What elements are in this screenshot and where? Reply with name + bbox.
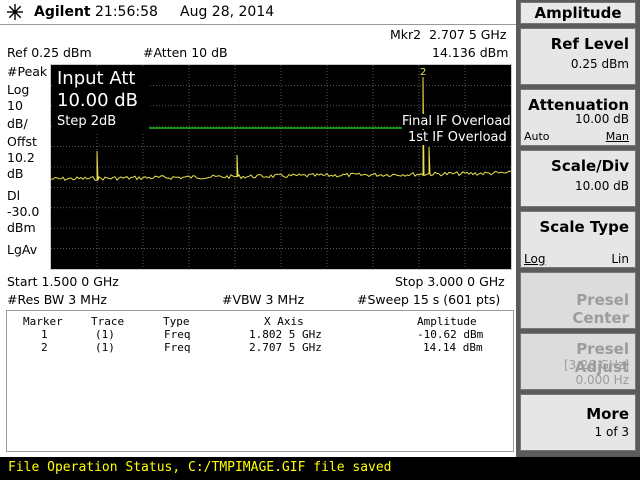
table-row-2-x-axis: 2.707 5 GHz — [249, 341, 322, 354]
title-bar: Agilent 21:56:58 Aug 28, 2014 — [0, 0, 516, 25]
reference-level-label: Ref 0.25 dBm — [7, 45, 92, 60]
offset-unit-label: dB — [7, 166, 24, 181]
scale-div-softkey[interactable]: Scale/Div 10.00 dB — [520, 150, 636, 207]
offset-label: Offst — [7, 134, 37, 149]
scale-type-softkey[interactable]: Scale Type Log Lin — [520, 211, 636, 268]
clock-date: Aug 28, 2014 — [180, 4, 275, 20]
start-frequency-label: Start 1.500 0 GHz — [7, 274, 119, 289]
more-softkey[interactable]: More 1 of 3 — [520, 394, 636, 451]
scale-unit-label: dB/ — [7, 116, 28, 131]
more-softkey-value: 1 of 3 — [594, 425, 629, 439]
table-row-2-amplitude: 14.14 dBm — [423, 341, 483, 354]
table-row-1-x-axis: 1.802 5 GHz — [249, 328, 322, 341]
ref-level-softkey[interactable]: Ref Level 0.25 dBm — [520, 28, 636, 85]
ref-level-softkey-value: 0.25 dBm — [570, 57, 629, 71]
status-bar: File Operation Status, C:/TMPIMAGE.GIF f… — [0, 457, 640, 480]
table-row-2-trace: (1) — [95, 341, 115, 354]
presel-adjust-value: 0.000 Hz — [575, 373, 630, 387]
attenuation-auto-option: Auto — [524, 130, 550, 143]
scale-value-label: 10 — [7, 98, 23, 113]
scale-type-log-option: Log — [524, 252, 546, 266]
softkey-menu-title: Amplitude — [520, 2, 636, 24]
more-softkey-label: More — [586, 405, 629, 423]
stop-frequency-label: Stop 3.000 0 GHz — [395, 274, 505, 289]
presel-center-softkey[interactable]: Presel Center — [520, 272, 636, 329]
marker-amplitude-readout: 14.136 dBm — [432, 45, 509, 60]
table-row-1-marker: 1 — [41, 328, 48, 341]
amplitude-column-header: Amplitude — [417, 315, 477, 328]
agilent-logo-icon — [7, 4, 23, 20]
display-line-label: Dl — [7, 188, 21, 203]
status-message: File Operation Status, C:/TMPIMAGE.GIF f… — [8, 460, 392, 475]
popup-step: Step 2dB — [57, 114, 117, 129]
brand-name: Agilent — [34, 4, 91, 20]
display-line-value-label: -30.0 — [7, 204, 40, 219]
presel-center-softkey-label: Presel Center — [572, 291, 629, 327]
detector-peak-label: #Peak — [7, 64, 48, 79]
popup-value: 10.00 dB — [57, 90, 139, 111]
input-attenuation-popup: Input Att 10.00 dB Step 2dB — [53, 68, 149, 134]
first-if-overload-message: 1st IF Overload — [408, 130, 507, 145]
table-row-2-marker: 2 — [41, 341, 48, 354]
table-row-2-type: Freq — [164, 341, 191, 354]
attenuation-man-option: Man — [605, 130, 629, 143]
marker-table: Marker Trace Type X Axis Amplitude 1 (1)… — [6, 310, 514, 452]
final-if-overload-message: Final IF Overload — [402, 114, 511, 129]
table-row-1-type: Freq — [164, 328, 191, 341]
attenuation-softkey-value: 10.00 dB — [574, 112, 629, 126]
resolution-bandwidth-label: #Res BW 3 MHz — [7, 292, 107, 307]
scale-type-lin-option: Lin — [611, 252, 629, 266]
presel-adjust-softkey[interactable]: Presel Adjust [3-26 GHz] 0.000 Hz — [520, 333, 636, 390]
offset-value-label: 10.2 — [7, 150, 35, 165]
table-row-1-amplitude: -10.62 dBm — [417, 328, 484, 341]
scale-log-label: Log — [7, 82, 30, 97]
log-average-label: LgAv — [7, 242, 38, 257]
marker-frequency-readout: Mkr2 2.707 5 GHz — [390, 27, 507, 42]
scale-div-softkey-value: 10.00 dB — [574, 179, 629, 193]
display-line-unit-label: dBm — [7, 220, 36, 235]
x-axis-column-header: X Axis — [264, 315, 304, 328]
marker-column-header: Marker — [23, 315, 63, 328]
clock-time: 21:56:58 — [95, 4, 158, 20]
attenuation-label: #Atten 10 dB — [143, 45, 228, 60]
type-column-header: Type — [163, 315, 190, 328]
video-bandwidth-label: #VBW 3 MHz — [222, 292, 305, 307]
presel-adjust-range: [3-26 GHz] — [563, 358, 629, 372]
ref-level-softkey-label: Ref Level — [550, 35, 629, 53]
trace-column-header: Trace — [91, 315, 125, 328]
table-row-1-trace: (1) — [95, 328, 115, 341]
scale-type-softkey-label: Scale Type — [539, 218, 630, 236]
marker-2-label: 2 — [420, 67, 426, 78]
popup-title: Input Att — [57, 68, 136, 89]
sweep-time-label: #Sweep 15 s (601 pts) — [357, 292, 501, 307]
scale-div-softkey-label: Scale/Div — [551, 157, 629, 175]
attenuation-softkey[interactable]: Attenuation 10.00 dB Auto Man — [520, 89, 636, 146]
